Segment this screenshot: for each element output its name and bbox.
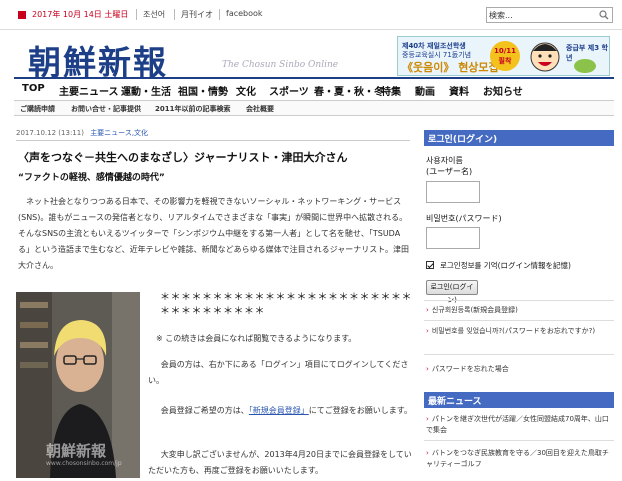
article-subtitle: “ファクトの軽視、感情優越の時代” — [18, 173, 165, 183]
nav-item-seasons[interactable]: 春・夏・秋・冬 — [314, 83, 384, 98]
main-nav: TOP 主要ニュース 運動・生活 祖国・情勢 文化 スポーツ 春・夏・秋・冬 特… — [14, 80, 614, 100]
divider — [219, 9, 220, 20]
login-instructions: 会員の方は、右か下にある「ログイン」項目にてログインしてください。 — [148, 360, 409, 385]
banner-headline: 《웃음이》 현상모집 — [402, 61, 499, 74]
photo-watermark: 朝鮮新報 — [46, 442, 107, 460]
article-lead: ネット社会となりつつある日本で、その影響力を軽視できないソーシャル・ネットワーキ… — [18, 197, 410, 270]
news-item-label: パトンを継ぎ次世代が活躍／女性同盟結成70周年、山口で集会 — [426, 415, 609, 434]
site-logo-subtitle: The Chosun Sinbo Online — [222, 60, 339, 70]
arrow-icon: › — [426, 415, 429, 423]
nav-rule — [14, 77, 614, 79]
facebook-link[interactable]: facebook — [226, 9, 263, 18]
remember-login-label: 로그인정보를 기억(ログイン情報を記憶) — [440, 261, 571, 270]
top-bar: 2017年 10月 14日 土曜日 조선어 月刊イオ facebook — [0, 0, 622, 30]
arrow-icon: › — [426, 306, 429, 314]
article-date: 2017.10.12 (13:11) — [16, 129, 84, 137]
nav-item-notices[interactable]: お知らせ — [483, 83, 523, 98]
search-input[interactable] — [489, 9, 594, 21]
nav-item-sports[interactable]: スポーツ — [269, 83, 309, 98]
login-panel-title: 로그인(ログイン) — [424, 130, 614, 146]
search-box[interactable] — [486, 7, 613, 23]
news-item[interactable]: › パトンを継ぎ次世代が活躍／女性同盟結成70周年、山口で集会 — [426, 414, 614, 436]
nav-item-top[interactable]: TOP — [22, 83, 45, 94]
nav-item-movement[interactable]: 運動・生活 — [121, 83, 171, 98]
nav-item-video[interactable]: 動画 — [415, 83, 435, 98]
forgot-password-link[interactable]: › 비밀번호를 잊었습니까?(パスワードをお忘れですか?) — [426, 326, 614, 337]
subnav-contact[interactable]: お問い合せ・記事提供 — [71, 104, 141, 114]
forgot-password-ja-link-label: パスワードを忘れた場合 — [431, 365, 509, 373]
search-icon[interactable] — [599, 10, 609, 20]
arrow-icon: › — [426, 449, 429, 457]
article-divider — [16, 140, 410, 141]
sidebar-divider — [424, 354, 614, 355]
photo-watermark-url: www.chosonsinbo.com/jp — [46, 460, 122, 467]
article-photo: 朝鮮新報 www.chosonsinbo.com/jp — [16, 292, 140, 478]
password-field[interactable] — [426, 227, 480, 249]
username-label-ko: 사용자이름 — [426, 156, 463, 165]
register-instructions: 会員登録ご希望の方は、「新規会員登録」にてご登録をお願いします。 — [148, 403, 412, 419]
arrow-icon: › — [426, 327, 429, 335]
nav-item-materials[interactable]: 資料 — [449, 83, 469, 98]
remember-login-checkbox[interactable] — [426, 261, 434, 269]
divider — [136, 9, 137, 20]
current-date: 2017年 10月 14日 土曜日 — [32, 10, 129, 19]
sub-nav: ご購読申請 お問い合せ・記事提供 2011年以前の記事検索 会社概要 — [14, 100, 614, 116]
arrow-icon: › — [426, 365, 429, 373]
article-categories[interactable]: 主要ニュース,文化 — [90, 129, 148, 137]
username-field[interactable] — [426, 181, 480, 203]
subnav-company[interactable]: 会社概要 — [246, 104, 274, 114]
reregister-notice: 大変申し訳ございませんが、2013年4月20日までに会員登録をしていただいた方も… — [148, 450, 412, 475]
new-member-link[interactable]: › 신규회원등록(新規会員登録) — [426, 305, 614, 316]
subnav-archive-search[interactable]: 2011年以前の記事検索 — [155, 104, 230, 114]
nav-item-feature[interactable]: 特集 — [381, 83, 401, 98]
nav-item-culture[interactable]: 文化 — [236, 83, 256, 98]
korean-link[interactable]: 조선어 — [143, 9, 165, 20]
forgot-password-link-label: 비밀번호를 잊었습니까?(パスワードをお忘れですか?) — [431, 327, 596, 335]
forgot-password-ja-link[interactable]: › パスワードを忘れた場合 — [426, 364, 614, 375]
nav-item-main-news[interactable]: 主要ニュース — [59, 83, 119, 98]
login-button[interactable]: 로그인(ログイン) — [426, 280, 478, 304]
register-text: にてご登録をお願いします。 — [308, 406, 412, 415]
article-meta: 2017.10.12 (13:11) 主要ニュース,文化 — [16, 128, 148, 138]
latest-news-title: 最新ニュース — [424, 392, 614, 408]
paywall-notice: ※ この続きは会員になれば閲覧できるようになります。 — [156, 334, 357, 343]
news-item[interactable]: › バトンをつなぎ民族教育を守る／30回目を迎えた鳥取チャリティーゴルフ — [426, 448, 614, 470]
username-label-ja: (ユーザー名) — [426, 167, 473, 176]
promo-banner[interactable]: 제40차 재일조선학생 중등교육실시 71돐기념 《웃음이》 현상모집 10/1… — [397, 36, 610, 76]
paywall-separator: ＊＊＊＊＊＊＊＊＊＊＊＊＊＊＊＊＊＊＊＊＊＊＊＊＊＊＊＊＊＊＊＊＊＊ — [160, 292, 412, 317]
username-label: 사용자이름 (ユーザー名) — [426, 155, 472, 177]
new-member-link-label: 신규회원등록(新規会員登録) — [431, 306, 518, 314]
nav-item-homeland[interactable]: 祖国・情勢 — [178, 83, 228, 98]
date-marker-icon — [18, 11, 26, 19]
sidebar-divider — [424, 300, 614, 301]
cartoon-face-icon — [530, 42, 560, 72]
register-text: 会員登録ご希望の方は、 — [160, 406, 249, 415]
sidebar-divider — [424, 320, 614, 321]
monthly-io-link[interactable]: 月刊イオ — [181, 9, 213, 20]
banner-logo — [574, 59, 596, 73]
register-link[interactable]: 「新規会員登録」 — [249, 406, 309, 415]
sidebar-divider — [424, 440, 614, 441]
news-item-label: バトンをつなぎ民族教育を守る／30回目を迎えた鳥取チャリティーゴルフ — [426, 449, 609, 468]
banner-badge: 10/11 필착 — [490, 41, 520, 71]
article-title: 〈声をつなぐ－共生へのまなざし〉ジャーナリスト・津田大介さん — [18, 151, 348, 164]
divider — [174, 9, 175, 20]
password-label: 비밀번호(パスワード) — [426, 214, 502, 223]
subnav-subscribe[interactable]: ご購読申請 — [20, 104, 55, 114]
